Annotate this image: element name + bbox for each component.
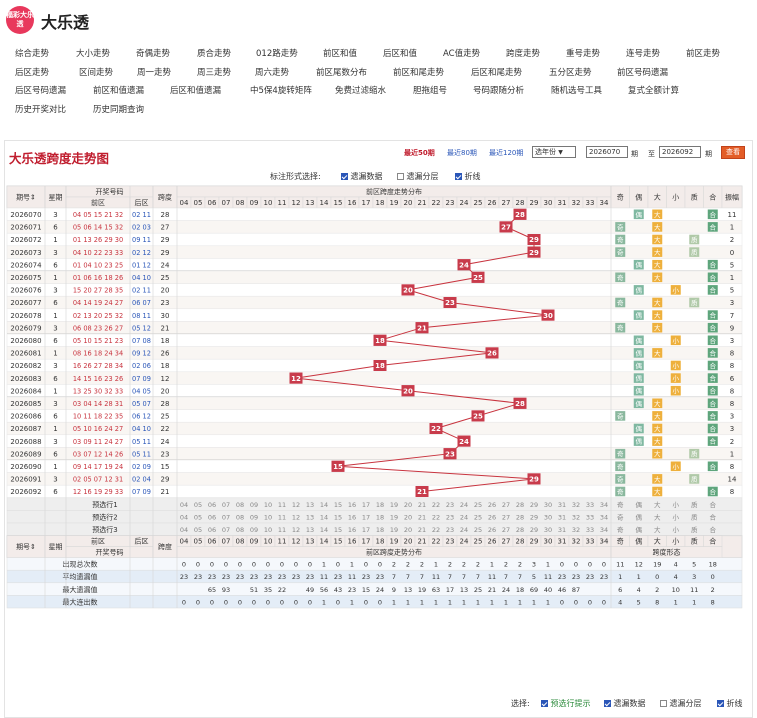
footer-option-label: 折线	[726, 699, 743, 708]
checkbox-icon[interactable]	[604, 700, 611, 707]
nav-link-2-6[interactable]: 号码跟随分析	[473, 84, 524, 96]
checkbox-icon[interactable]	[341, 173, 348, 180]
period-link-120[interactable]: 最近120期	[489, 148, 523, 158]
nav-link-1-9[interactable]: 前区号码遗漏	[617, 66, 668, 78]
nav-link-3-1[interactable]: 历史同期查询	[93, 103, 144, 115]
logo-text: 福彩大乐透	[6, 11, 34, 28]
nav-link-1-3[interactable]: 周三走势	[197, 66, 231, 78]
period-link-50[interactable]: 最近50期	[404, 148, 435, 158]
app-logo[interactable]: 福彩大乐透	[6, 6, 34, 34]
mark-option-label: 折线	[464, 172, 481, 181]
year-select-value: 选年份	[535, 148, 556, 156]
nav-link-0-9[interactable]: 重号走势	[566, 47, 600, 59]
mark-option-label: 遗漏分层	[406, 172, 439, 181]
nav-link-1-6[interactable]: 前区和尾走势	[393, 66, 444, 78]
nav-link-0-8[interactable]: 跨度走势	[506, 47, 540, 59]
nav-link-1-1[interactable]: 区间走势	[79, 66, 113, 78]
nav-link-2-1[interactable]: 前区和值遗漏	[93, 84, 144, 96]
nav-link-1-8[interactable]: 五分区走势	[549, 66, 592, 78]
nav-link-0-10[interactable]: 连号走势	[626, 47, 660, 59]
qi-label-1: 期	[631, 150, 638, 158]
nav-link-0-5[interactable]: 前区和值	[323, 47, 357, 59]
nav-link-2-4[interactable]: 免费过滤缩水	[335, 84, 386, 96]
nav-link-0-7[interactable]: AC值走势	[443, 47, 480, 59]
checkbox-icon[interactable]	[660, 700, 667, 707]
footer-label: 选择:	[511, 699, 530, 708]
chart-panel	[4, 140, 753, 718]
nav-link-0-6[interactable]: 后区和值	[383, 47, 417, 59]
nav-link-0-11[interactable]: 前区走势	[686, 47, 720, 59]
period-link-80[interactable]: 最近80期	[447, 148, 477, 158]
nav-link-3-0[interactable]: 历史开奖对比	[15, 103, 66, 115]
nav-link-2-5[interactable]: 胆拖组号	[413, 84, 447, 96]
to-period-input[interactable]: 2026092	[659, 146, 701, 158]
footer-option-predict[interactable]: 预选行提示	[541, 698, 591, 709]
nav-link-2-3[interactable]: 中5保4旋转矩阵	[250, 84, 312, 96]
nav-link-1-2[interactable]: 周一走势	[137, 66, 171, 78]
mark-options-bar: 标注形式选择: 遗漏数据 遗漏分层 折线	[0, 171, 757, 183]
footer-option-line[interactable]: 折线	[717, 698, 743, 709]
mark-option-missing[interactable]: 遗漏数据	[341, 171, 383, 182]
footer-option-missing[interactable]: 遗漏数据	[604, 698, 646, 709]
nav-link-1-7[interactable]: 后区和尾走势	[471, 66, 522, 78]
to-label: 至	[648, 150, 655, 158]
mark-option-layer[interactable]: 遗漏分层	[397, 171, 439, 182]
footer-option-layer[interactable]: 遗漏分层	[660, 698, 702, 709]
nav-link-1-5[interactable]: 前区尾数分布	[316, 66, 367, 78]
query-button[interactable]: 查看	[721, 146, 745, 159]
nav-link-1-0[interactable]: 后区走势	[15, 66, 49, 78]
header: 福彩大乐透 大乐透	[0, 0, 757, 40]
chevron-down-icon: ▼	[558, 149, 563, 156]
footer-option-label: 遗漏数据	[613, 699, 646, 708]
checkbox-icon[interactable]	[397, 173, 404, 180]
nav-link-1-4[interactable]: 周六走势	[255, 66, 289, 78]
app-title: 大乐透	[41, 13, 90, 32]
nav-link-0-3[interactable]: 质合走势	[197, 47, 231, 59]
nav-link-2-7[interactable]: 随机选号工具	[551, 84, 602, 96]
chart-title: 大乐透跨度走势图	[9, 151, 110, 166]
nav-link-0-4[interactable]: 012路走势	[256, 47, 298, 59]
nav-link-2-0[interactable]: 后区号码遗漏	[15, 84, 66, 96]
footer-option-label: 预选行提示	[550, 699, 591, 708]
nav-link-0-2[interactable]: 奇偶走势	[136, 47, 170, 59]
mark-option-label: 遗漏数据	[350, 172, 383, 181]
checkbox-icon[interactable]	[541, 700, 548, 707]
checkbox-icon[interactable]	[455, 173, 462, 180]
footer-options: 选择: 预选行提示 遗漏数据 遗漏分层 折线	[0, 697, 757, 711]
year-select[interactable]: 选年份 ▼	[532, 146, 576, 158]
nav-link-0-1[interactable]: 大小走势	[76, 47, 110, 59]
qi-label-2: 期	[705, 150, 712, 158]
nav-link-2-8[interactable]: 复式全额计算	[628, 84, 679, 96]
nav-link-2-2[interactable]: 后区和值遗漏	[170, 84, 221, 96]
footer-option-label: 遗漏分层	[669, 699, 702, 708]
nav-link-0-0[interactable]: 综合走势	[15, 47, 49, 59]
from-period-input[interactable]: 2026070	[586, 146, 628, 158]
mark-label: 标注形式选择:	[270, 172, 321, 181]
checkbox-icon[interactable]	[717, 700, 724, 707]
mark-option-line[interactable]: 折线	[455, 171, 481, 182]
